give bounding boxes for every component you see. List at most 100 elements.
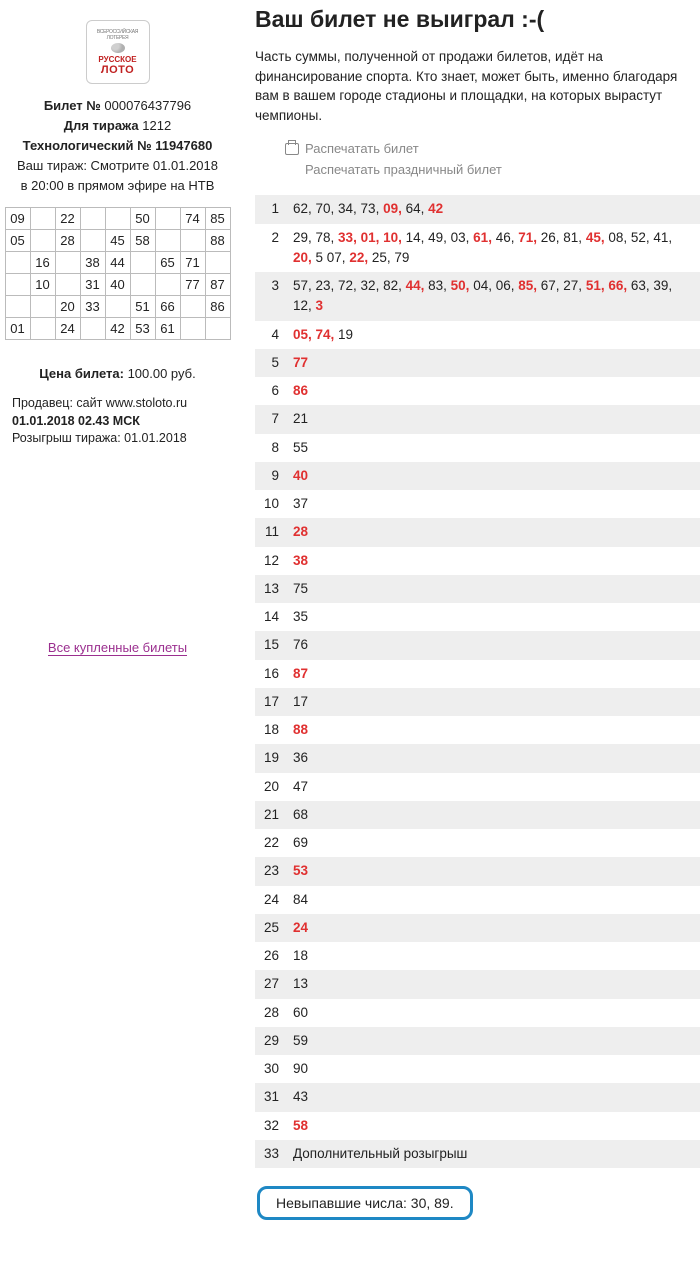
row-values: 05, 74, 19: [293, 325, 353, 345]
print-ticket-label: Распечатать билет: [305, 141, 419, 156]
row-values: 28: [293, 522, 308, 542]
grid-cell: 28: [55, 230, 80, 252]
row-number: 3: [255, 276, 293, 296]
grid-cell: 65: [155, 252, 180, 274]
grid-cell: [55, 274, 80, 296]
row-values: 75: [293, 579, 308, 599]
tech-label: Технологический №: [23, 138, 152, 153]
row-values: 69: [293, 833, 308, 853]
row-values: 36: [293, 748, 308, 768]
grid-cell: 58: [130, 230, 155, 252]
row-values: 60: [293, 1003, 308, 1023]
row-values: 13: [293, 974, 308, 994]
grid-cell: 22: [55, 208, 80, 230]
result-description: Часть суммы, полученной от продажи билет…: [255, 47, 700, 125]
grid-cell: 16: [30, 252, 55, 274]
row-number: 12: [255, 551, 293, 571]
grid-cell: [155, 230, 180, 252]
row-values: 84: [293, 890, 308, 910]
grid-cell: [130, 252, 155, 274]
row-number: 28: [255, 1003, 293, 1023]
row-number: 20: [255, 777, 293, 797]
draw-row: 721: [255, 405, 700, 433]
grid-cell: 77: [180, 274, 205, 296]
draw-row: 2047: [255, 773, 700, 801]
row-values: 77: [293, 353, 308, 373]
grid-cell: [80, 208, 105, 230]
grid-cell: [130, 274, 155, 296]
grid-cell: [30, 318, 55, 340]
print-ticket-link[interactable]: Распечатать билет: [285, 141, 700, 156]
grid-cell: [155, 274, 180, 296]
draw-rows: 162, 70, 34, 73, 09, 64, 42229, 78, 33, …: [255, 195, 700, 1168]
grid-cell: 38: [80, 252, 105, 274]
grid-cell: 50: [130, 208, 155, 230]
draw-row: 1687: [255, 660, 700, 688]
lottery-logo: ВСЕРОССИЙСКАЯ ЛОТЕРЕЯ РУССКОЕ ЛОТО: [86, 20, 150, 84]
draw-row: 2168: [255, 801, 700, 829]
grid-cell: 24: [55, 318, 80, 340]
row-number: 31: [255, 1087, 293, 1107]
grid-cell: 40: [105, 274, 130, 296]
all-tickets-link[interactable]: Все купленные билеты: [48, 640, 187, 656]
draw-row: 1576: [255, 631, 700, 659]
draw-row: 1936: [255, 744, 700, 772]
grid-cell: 85: [205, 208, 230, 230]
row-values: 18: [293, 946, 308, 966]
grid-cell: [180, 296, 205, 318]
grid-cell: 53: [130, 318, 155, 340]
draw-row: 940: [255, 462, 700, 490]
row-values: 90: [293, 1059, 308, 1079]
row-number: 18: [255, 720, 293, 740]
price-line: Цена билета: 100.00 руб.: [4, 366, 231, 381]
row-number: 8: [255, 438, 293, 458]
row-number: 10: [255, 494, 293, 514]
grid-cell: [30, 296, 55, 318]
row-values: 47: [293, 777, 308, 797]
grid-cell: 09: [5, 208, 30, 230]
draw-row: 1238: [255, 547, 700, 575]
row-values: 17: [293, 692, 308, 712]
row-values: 62, 70, 34, 73, 09, 64, 42: [293, 199, 443, 219]
draw-row: 357, 23, 72, 32, 82, 44, 83, 50, 04, 06,…: [255, 272, 700, 321]
row-number: 1: [255, 199, 293, 219]
grid-cell: [5, 252, 30, 274]
row-values: 21: [293, 409, 308, 429]
missing-numbers-box: Невыпавшие числа: 30, 89.: [257, 1186, 473, 1220]
row-number: 26: [255, 946, 293, 966]
grid-cell: [105, 208, 130, 230]
row-number: 29: [255, 1031, 293, 1051]
grid-cell: [155, 208, 180, 230]
grid-cell: 51: [130, 296, 155, 318]
row-values: 29, 78, 33, 01, 10, 14, 49, 03, 61, 46, …: [293, 228, 692, 269]
grid-cell: 42: [105, 318, 130, 340]
draw-line: Для тиража 1212: [4, 118, 231, 133]
row-number: 13: [255, 579, 293, 599]
row-number: 22: [255, 833, 293, 853]
draw-row: 2860: [255, 999, 700, 1027]
draw-number: 1212: [142, 118, 171, 133]
grid-cell: 61: [155, 318, 180, 340]
row-number: 24: [255, 890, 293, 910]
row-number: 32: [255, 1116, 293, 1136]
row-values: 43: [293, 1087, 308, 1107]
row-values: 40: [293, 466, 308, 486]
price-value: 100.00 руб.: [128, 366, 196, 381]
tech-line: Технологический № 11947680: [4, 138, 231, 153]
logo-top-text: ВСЕРОССИЙСКАЯ ЛОТЕРЕЯ: [87, 29, 149, 41]
draw-date: Розыгрыш тиража: 01.01.2018: [12, 430, 223, 448]
grid-cell: [30, 230, 55, 252]
print-holiday-link[interactable]: Распечатать праздничный билет: [305, 162, 700, 177]
draw-row: 577: [255, 349, 700, 377]
row-number: 27: [255, 974, 293, 994]
draw-label: Для тиража: [64, 118, 139, 133]
seller-line: Продавец: сайт www.stoloto.ru: [12, 395, 223, 413]
grid-cell: 71: [180, 252, 205, 274]
draw-row: 2524: [255, 914, 700, 942]
grid-cell: 86: [205, 296, 230, 318]
grid-cell: 87: [205, 274, 230, 296]
draw-row: 686: [255, 377, 700, 405]
grid-cell: 05: [5, 230, 30, 252]
draw-row: 33Дополнительный розыгрыш: [255, 1140, 700, 1168]
grid-cell: [5, 274, 30, 296]
